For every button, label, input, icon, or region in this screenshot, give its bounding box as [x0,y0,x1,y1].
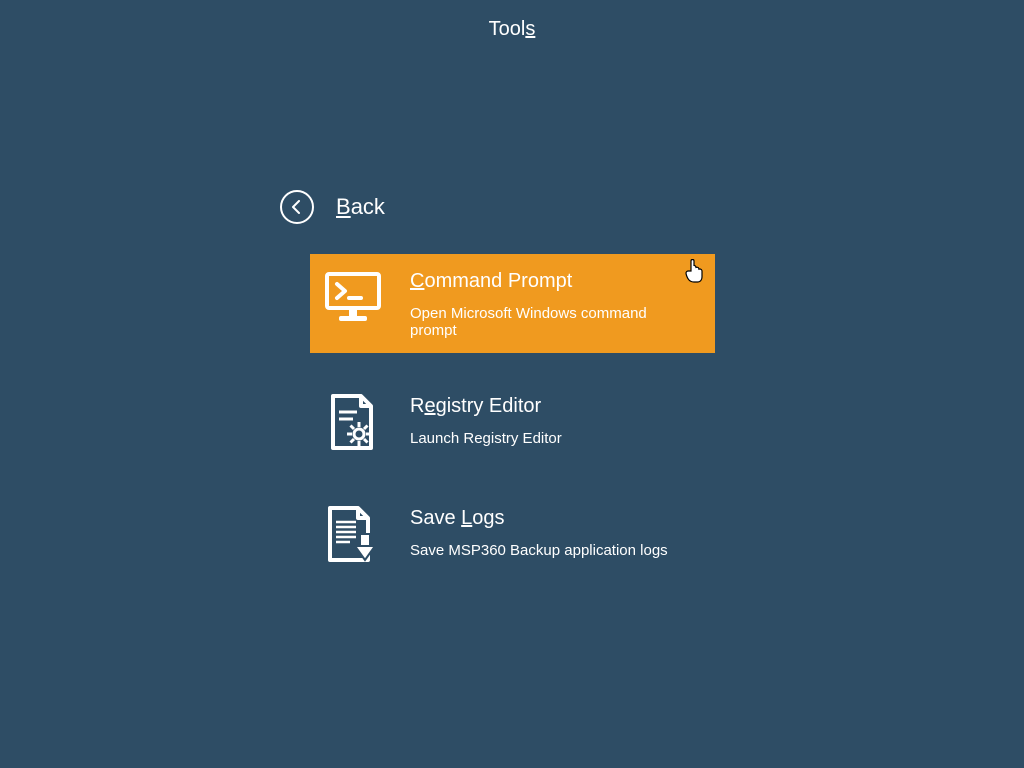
title-rest: ommand Prompt [424,270,572,292]
menu-item-text: Command Prompt Open Microsoft Windows co… [410,268,697,339]
registry-editor-icon [324,393,382,451]
back-button[interactable]: Back [280,190,780,224]
menu-item-desc: Save MSP360 Backup application logs [410,542,697,559]
command-prompt-icon [324,268,382,326]
tools-menu: Command Prompt Open Microsoft Windows co… [310,254,715,577]
content-area: Back Command Prompt Open Microsoft Windo… [280,190,780,603]
title-rest: gistry Editor [436,395,542,417]
menu-item-title: Command Prompt [410,270,697,293]
menu-item-save-logs[interactable]: Save Logs Save MSP360 Backup application… [310,491,715,577]
menu-item-registry-editor[interactable]: Registry Editor Launch Registry Editor [310,379,715,465]
page-title-accel: s [525,18,535,40]
menu-item-title: Registry Editor [410,395,697,418]
title-rest: ogs [472,507,504,529]
back-label: Back [336,194,385,220]
menu-item-desc: Open Microsoft Windows command prompt [410,305,697,339]
menu-item-desc: Launch Registry Editor [410,430,697,447]
title-pre: Save [410,507,461,529]
page-title-pre: Tool [489,18,526,40]
save-logs-icon [324,505,382,563]
menu-item-command-prompt[interactable]: Command Prompt Open Microsoft Windows co… [310,254,715,353]
title-accel: e [424,395,435,417]
title-accel: C [410,270,424,292]
menu-item-title: Save Logs [410,507,697,530]
menu-item-text: Registry Editor Launch Registry Editor [410,393,697,447]
back-label-accel: B [336,194,351,219]
page-header: Tools [0,0,1024,41]
title-accel: L [461,507,472,529]
back-arrow-icon [280,190,314,224]
back-label-rest: ack [351,194,385,219]
page-title: Tools [489,18,536,41]
menu-item-text: Save Logs Save MSP360 Backup application… [410,505,697,559]
title-pre: R [410,395,424,417]
